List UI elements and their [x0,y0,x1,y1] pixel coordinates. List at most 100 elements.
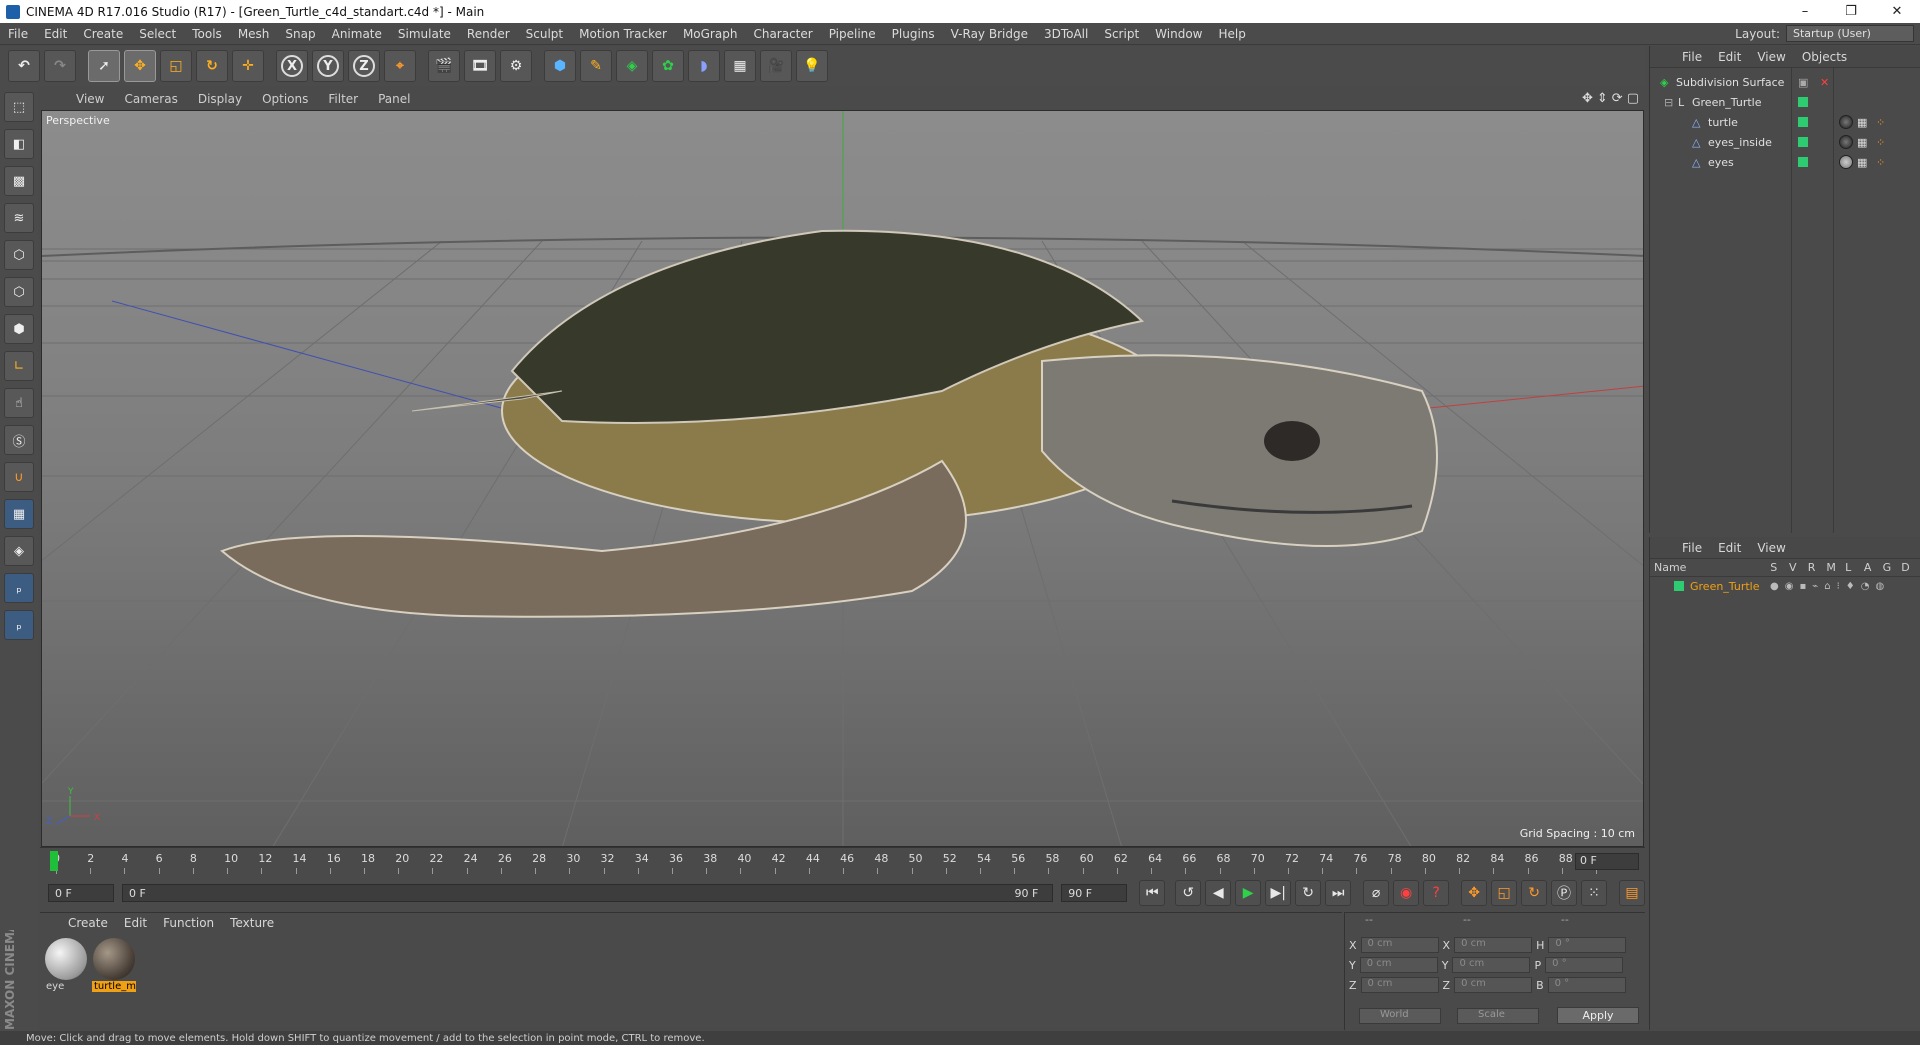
rotation-p-field[interactable]: 0 ° [1545,957,1624,973]
menu-render[interactable]: Render [459,27,518,41]
go-to-end-icon[interactable]: ⏭ [1325,880,1352,906]
material-menu-create[interactable]: Create [60,916,116,930]
python-generator-icon[interactable]: ₚ [4,610,34,640]
move-tool-icon[interactable]: ✥ [124,50,156,82]
menu-pipeline[interactable]: Pipeline [821,27,884,41]
menu-sculpt[interactable]: Sculpt [518,27,571,41]
coordinate-type-dropdown[interactable]: Scale [1457,1008,1539,1024]
objects-menu-view[interactable]: View [1749,50,1793,64]
apply-button[interactable]: Apply [1557,1007,1639,1024]
uvw-tag-icon[interactable]: ▦ [1857,116,1867,129]
uvw-tag-icon[interactable]: ▦ [1857,156,1867,169]
key-parameter-icon[interactable]: Ⓟ [1551,880,1578,906]
menu-motion-tracker[interactable]: Motion Tracker [571,27,675,41]
phong-tag-icon[interactable]: ⁘ [1876,116,1885,129]
x-axis-lock-button[interactable]: X [276,50,308,82]
objects-menu-edit[interactable]: Edit [1710,50,1749,64]
make-editable-icon[interactable]: ⬚ [4,92,34,122]
cube-primitive-icon[interactable]: ⬢ [544,50,576,82]
layer-toggle-icons[interactable]: ●◉▪⌁⌂⁝♦◔◍ [1770,581,1890,592]
uvw-tag-icon[interactable]: ▦ [1857,136,1867,149]
layers-menu-file[interactable]: File [1674,541,1710,555]
coordinate-system-icon[interactable]: ⌖ [384,50,416,82]
visibility-dot[interactable] [1798,137,1808,147]
objects-menu-file[interactable]: File [1674,50,1710,64]
snap-icon[interactable]: Ⓢ [4,425,34,455]
menu-mograph[interactable]: MoGraph [675,27,746,41]
position-x-field[interactable]: 0 cm [1360,937,1439,953]
menu-edit[interactable]: Edit [36,27,75,41]
menu-3dtoall[interactable]: 3DToAll [1036,27,1096,41]
go-to-start-icon[interactable]: ⏮ [1139,880,1166,906]
object-row-green-turtle[interactable]: ⊟ ᒪ Green_Turtle [1650,92,1920,112]
magnet-icon[interactable]: ∪ [4,462,34,492]
redo-icon[interactable]: ↷ [44,50,76,82]
object-row-eyes-inside[interactable]: △ eyes_inside ▦ ⁘ [1650,132,1920,152]
subdivision-icon[interactable]: ◈ [616,50,648,82]
layout-dropdown[interactable]: Startup (User) [1786,25,1914,42]
layer-name[interactable]: Green_Turtle [1690,580,1770,593]
timeline-ruler[interactable]: 0246810121416182022242628303234363840424… [40,847,1645,875]
menu-tools[interactable]: Tools [184,27,230,41]
workplane-grid-icon[interactable]: ▦ [4,499,34,529]
model-mode-icon[interactable]: ◧ [4,129,34,159]
layers-menu-view[interactable]: View [1749,541,1793,555]
menu-create[interactable]: Create [75,27,131,41]
edit-check-icon[interactable]: ▣ [1798,76,1808,89]
material-menu-function[interactable]: Function [155,916,222,930]
key-pla-icon[interactable]: ⁙ [1581,880,1608,906]
rotate-tool-icon[interactable]: ↻ [196,50,228,82]
timeline-end-field[interactable]: 0 F [1575,853,1639,870]
next-key-icon[interactable]: ↻ [1295,880,1322,906]
z-axis-lock-button[interactable]: Z [348,50,380,82]
object-row-subdivision-surface[interactable]: ◈ Subdivision Surface ▣ ✕ [1650,72,1920,92]
render-to-picture-viewer-icon[interactable]: 🎞 [464,50,496,82]
phong-tag-icon[interactable]: ⁘ [1876,136,1885,149]
menu-help[interactable]: Help [1210,27,1253,41]
current-frame-field[interactable]: 0 F [48,884,114,902]
camera-icon[interactable]: 🎥 [760,50,792,82]
material-tag-icon[interactable] [1839,155,1853,169]
tweak-mode-icon[interactable]: ☝ [4,388,34,418]
key-rotation-icon[interactable]: ↻ [1521,880,1548,906]
render-settings-icon[interactable]: ⚙ [500,50,532,82]
deformer-icon[interactable]: ◗ [688,50,720,82]
floor-environment-icon[interactable]: ▦ [724,50,756,82]
next-frame-icon[interactable]: ▶| [1265,880,1292,906]
polygons-mode-icon[interactable]: ⬢ [4,314,34,344]
disable-toggle-icon[interactable]: ✕ [1820,76,1829,89]
material-swatch-turtle[interactable]: turtle_m [92,937,136,995]
position-y-field[interactable]: 0 cm [1359,957,1438,973]
key-scale-icon[interactable]: ◱ [1491,880,1518,906]
rotation-h-field[interactable]: 0 ° [1548,937,1627,953]
menu-script[interactable]: Script [1096,27,1147,41]
coordinate-mode-dropdown[interactable]: World [1359,1008,1441,1024]
visibility-dot[interactable] [1798,117,1808,127]
viewport-menu-cameras[interactable]: Cameras [114,92,187,106]
previous-frame-icon[interactable]: ◀ [1205,880,1232,906]
light-icon[interactable]: 💡 [796,50,828,82]
timeline-playhead[interactable] [50,851,58,871]
pen-spline-icon[interactable]: ✎ [580,50,612,82]
menu-select[interactable]: Select [131,27,184,41]
menu-file[interactable]: File [0,27,36,41]
material-swatch-eye[interactable]: eye [44,937,88,995]
y-axis-lock-button[interactable]: Y [312,50,344,82]
workplane-mode-icon[interactable]: ≋ [4,203,34,233]
viewport-move-icon[interactable]: ✥ [1582,91,1593,106]
autokeying-icon[interactable]: ? [1423,880,1450,906]
size-y-field[interactable]: 0 cm [1452,957,1531,973]
layer-row-green-turtle[interactable]: Green_Turtle ●◉▪⌁⌂⁝♦◔◍ [1650,577,1920,595]
previous-key-icon[interactable]: ↺ [1175,880,1202,906]
phong-tag-icon[interactable]: ⁘ [1876,156,1885,169]
object-row-turtle[interactable]: △ turtle ▦ ⁘ [1650,112,1920,132]
collapse-icon[interactable]: ⊟ [1664,96,1673,109]
viewport-rotate-icon[interactable]: ⟳ [1612,91,1623,106]
max-frame-field[interactable]: 90 F [1061,884,1128,902]
layer-color-swatch[interactable] [1674,581,1684,591]
objects-menu-objects[interactable]: Objects [1794,50,1855,64]
viewport-maximize-icon[interactable]: ▢ [1627,91,1639,106]
play-icon[interactable]: ▶ [1235,880,1262,906]
menu-window[interactable]: Window [1147,27,1210,41]
size-z-field[interactable]: 0 cm [1454,977,1533,993]
